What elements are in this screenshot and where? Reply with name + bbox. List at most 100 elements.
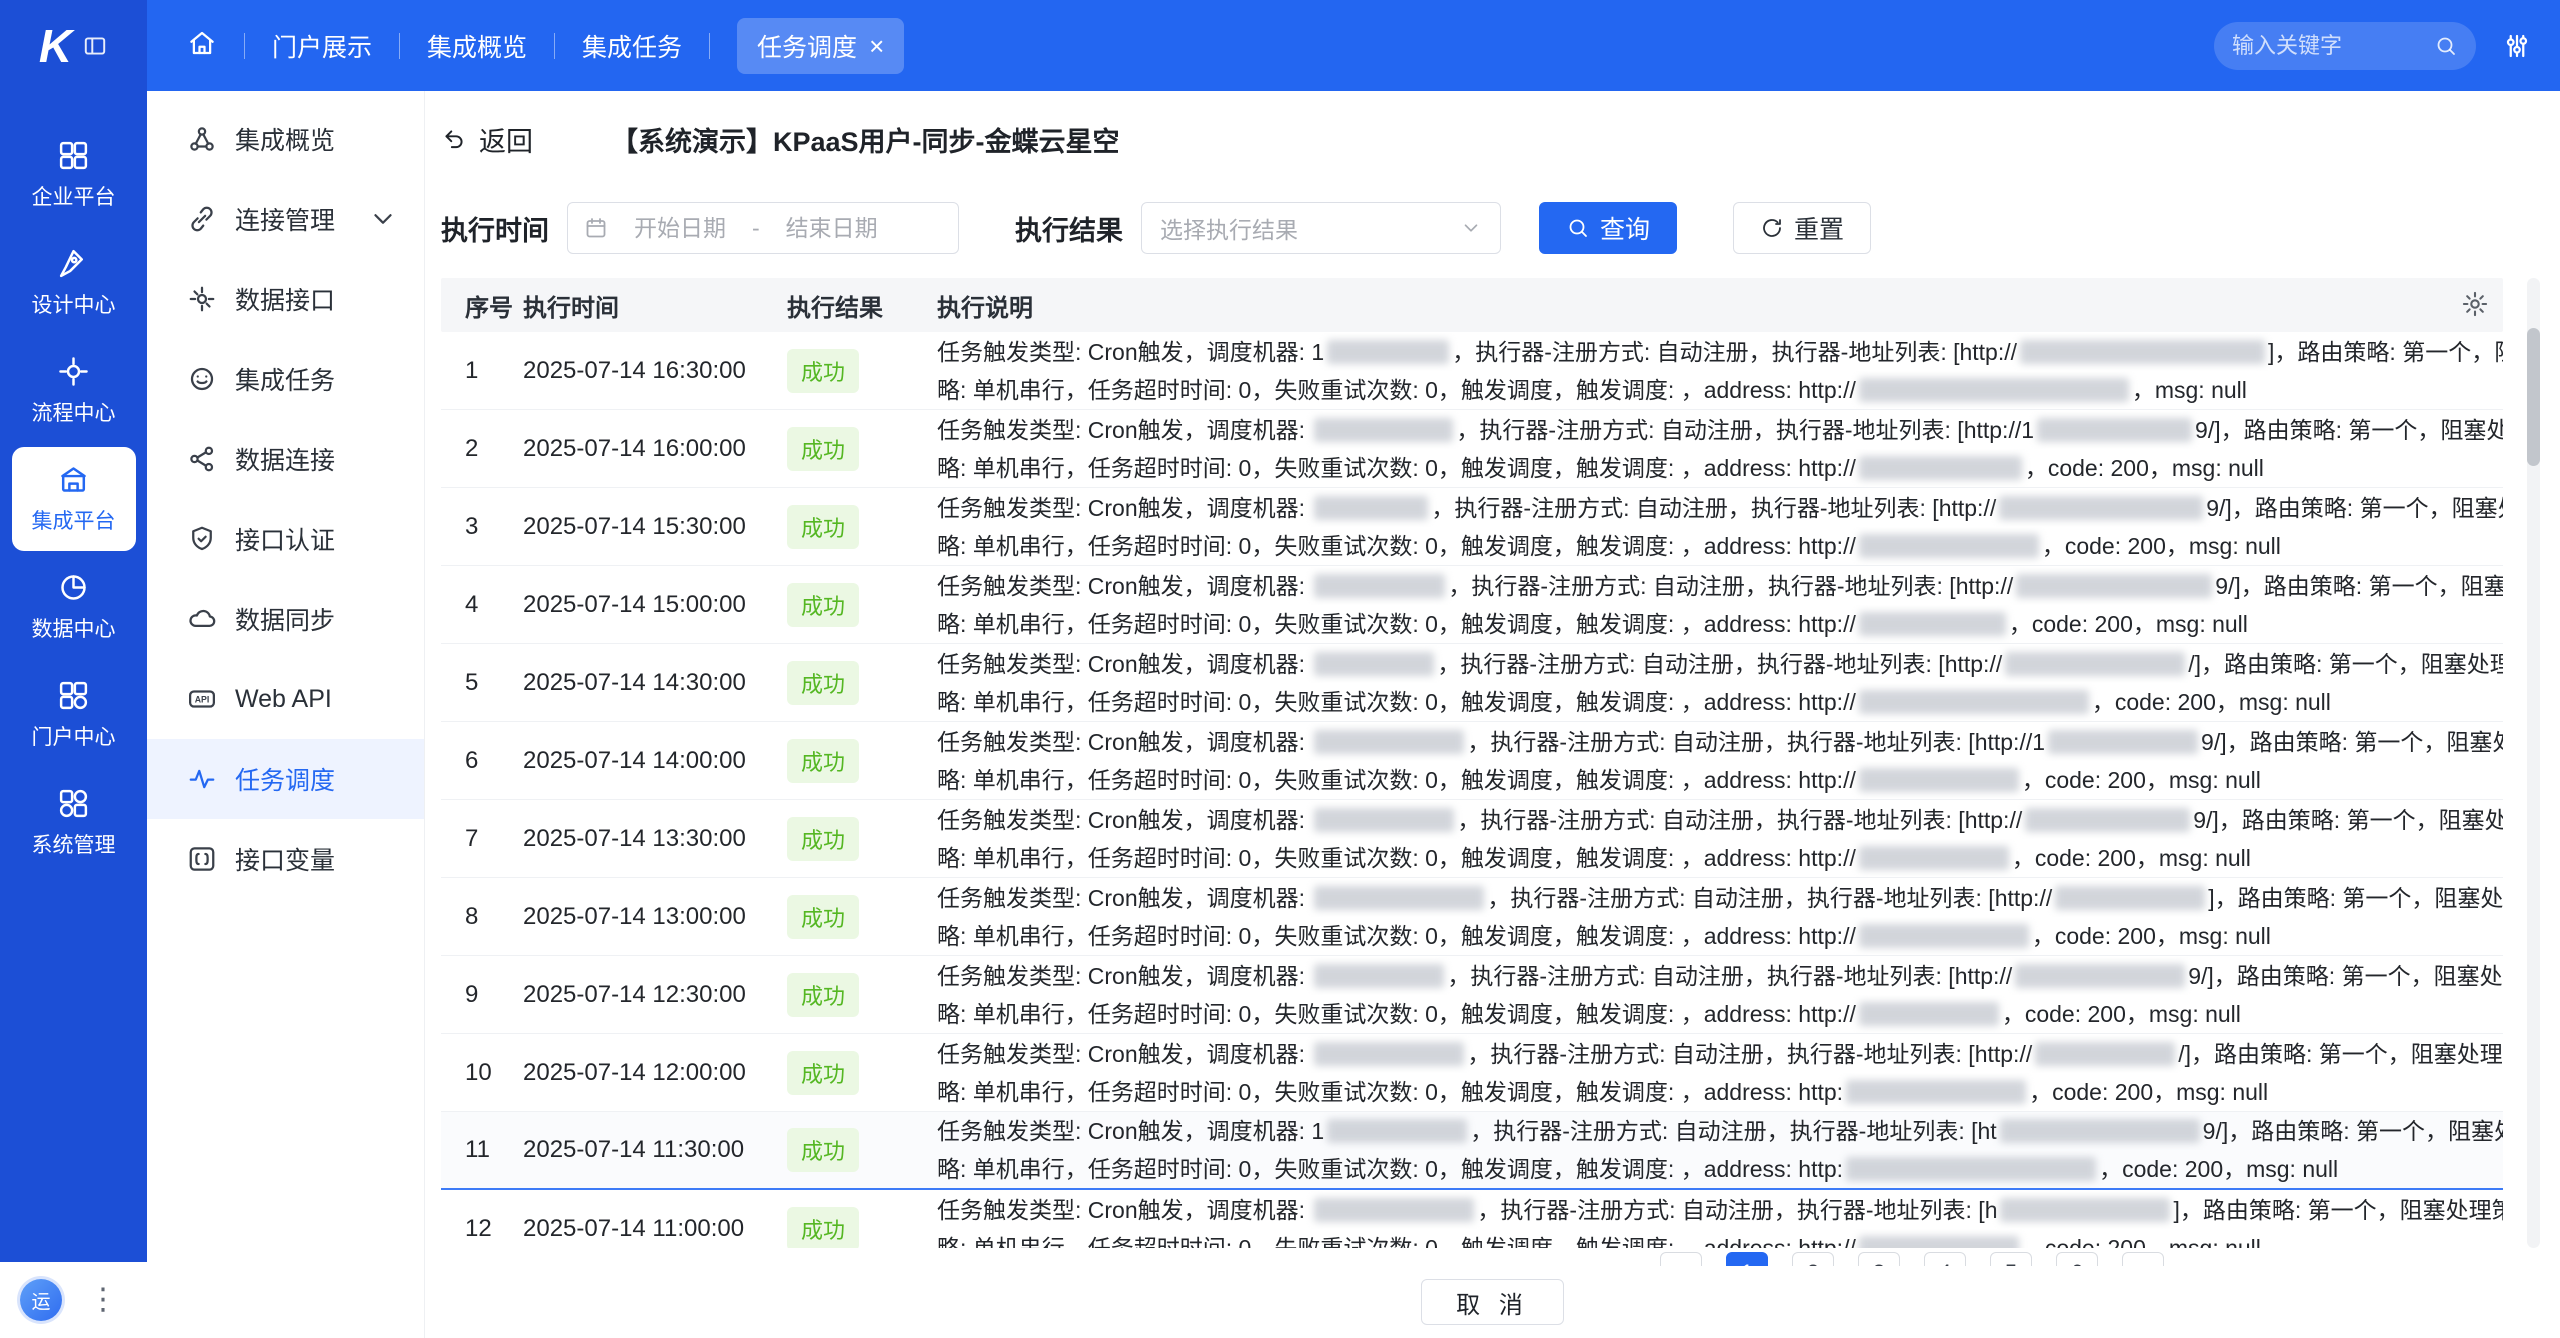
scrollbar-track[interactable] [2527,278,2540,1248]
back-button[interactable]: 返回 [441,120,533,159]
panel-collapse-icon[interactable] [82,33,108,59]
nav-separator [554,33,555,59]
sidebar-item-4[interactable]: 数据连接 [147,419,424,499]
rail-item-0[interactable]: 企业平台 [12,123,136,227]
refresh-icon [1760,216,1784,240]
redacted-text [1327,1119,1467,1143]
chevron-down-icon [1460,217,1482,239]
rail-item-2[interactable]: 流程中心 [12,339,136,443]
status-badge: 成功 [787,895,859,939]
rail-item-5[interactable]: 门户中心 [12,663,136,767]
results-table: 序号 执行时间 执行结果 执行说明 1 2025-07-14 16:30:00 … [441,278,2503,1248]
brand-logo: K [39,19,70,73]
query-button[interactable]: 查询 [1539,202,1677,254]
cell-index: 8 [441,903,523,931]
sidebar-item-2[interactable]: 数据接口 [147,259,424,339]
search-input[interactable] [2232,33,2424,59]
table-row[interactable]: 7 2025-07-14 13:30:00 成功 任务触发类型: Cron触发，… [441,800,2503,878]
end-date-input[interactable] [768,215,896,242]
redacted-text [1999,496,2203,520]
table-row[interactable]: 12 2025-07-14 11:00:00 成功 任务触发类型: Cron触发… [441,1190,2503,1248]
start-date-input[interactable] [616,215,744,242]
sidebar-item-label: Web API [235,685,332,714]
sidebar-item-label: 连接管理 [235,201,335,237]
cancel-button[interactable]: 取 消 [1421,1279,1564,1325]
sidebar-item-3[interactable]: 集成任务 [147,339,424,419]
table-row[interactable]: 3 2025-07-14 15:30:00 成功 任务触发类型: Cron触发，… [441,488,2503,566]
redacted-text [2020,340,2265,364]
topbar-nav: 门户展示 集成概览 集成任务 任务调度 × [187,18,904,74]
result-select[interactable]: 选择执行结果 [1141,202,1501,254]
redacted-text [1859,924,2029,948]
redacted-text [1314,964,1444,988]
rail-item-4[interactable]: 数据中心 [12,555,136,659]
table-row[interactable]: 9 2025-07-14 12:30:00 成功 任务触发类型: Cron触发，… [441,956,2503,1034]
sidebar-item-label: 数据同步 [235,601,335,637]
table-row[interactable]: 1 2025-07-14 16:30:00 成功 任务触发类型: Cron触发，… [441,332,2503,410]
avatar[interactable]: 运 [20,1279,62,1321]
home-icon [187,28,217,58]
scrollbar-thumb[interactable] [2527,328,2540,466]
nav-item[interactable]: 集成概览 [427,28,527,64]
settings-gear-icon[interactable] [2461,290,2489,318]
redacted-text [1859,1002,1999,1026]
rail-item-3[interactable]: 集成平台 [12,447,136,551]
nav-item[interactable]: 集成任务 [582,28,682,64]
redacted-text [1314,496,1428,520]
redacted-text [2037,418,2192,442]
time-filter-label: 执行时间 [441,209,549,248]
table-row[interactable]: 8 2025-07-14 13:00:00 成功 任务触发类型: Cron触发，… [441,878,2503,956]
status-badge: 成功 [787,583,859,627]
table-row[interactable]: 4 2025-07-14 15:00:00 成功 任务触发类型: Cron触发，… [441,566,2503,644]
date-range-picker[interactable]: - [567,202,959,254]
table-row[interactable]: 6 2025-07-14 14:00:00 成功 任务触发类型: Cron触发，… [441,722,2503,800]
sidebar-item-0[interactable]: 集成概览 [147,99,424,179]
status-badge: 成功 [787,1207,859,1249]
redacted-text [1859,768,2019,792]
svg-text:API: API [195,695,210,705]
active-tab[interactable]: 任务调度 × [737,18,904,74]
redacted-text [1859,1236,2019,1249]
cell-index: 5 [441,669,523,697]
pen-icon [57,247,90,280]
table-row[interactable]: 11 2025-07-14 11:30:00 成功 任务触发类型: Cron触发… [441,1112,2503,1190]
redacted-text [2000,1198,2170,1222]
kebab-menu-icon[interactable]: ⋮ [88,1285,118,1315]
cell-time: 2025-07-14 15:30:00 [523,513,787,541]
primary-rail: K 企业平台 设计中心 流程中心 集成平台 数据中心 门户中心 系统管理 运 ⋮ [0,0,147,1338]
nav-separator [709,33,710,59]
reset-button[interactable]: 重置 [1733,202,1871,254]
sidebar-item-1[interactable]: 连接管理 [147,179,424,259]
redacted-text [1846,1080,2026,1104]
redacted-text [1846,1157,2096,1181]
share-icon [187,444,217,474]
close-tab-icon[interactable]: × [869,33,884,59]
sidebar-item-6[interactable]: 数据同步 [147,579,424,659]
rail-items: 企业平台 设计中心 流程中心 集成平台 数据中心 门户中心 系统管理 [0,91,147,1262]
redacted-text [1859,690,2089,714]
table-header: 序号 执行时间 执行结果 执行说明 [441,278,2503,332]
rail-item-label: 企业平台 [32,181,116,211]
footer-bar: 取 消 [425,1266,2560,1338]
search-icon [1566,216,1590,240]
redacted-text [1859,534,2039,558]
sidebar-item-5[interactable]: 接口认证 [147,499,424,579]
webapi-icon: API [187,684,217,714]
rail-item-1[interactable]: 设计中心 [12,231,136,335]
sidebar-item-7[interactable]: API Web API [147,659,424,739]
sidebar-item-9[interactable]: 接口变量 [147,819,424,899]
home-button[interactable] [187,28,217,63]
filter-bar: 执行时间 - 执行结果 选择执行结果 查询 [425,202,2560,254]
nav-item[interactable]: 门户展示 [272,28,372,64]
search-icon[interactable] [2434,34,2458,58]
cell-time: 2025-07-14 15:00:00 [523,591,787,619]
hub-icon [187,124,217,154]
filter-sliders-icon[interactable] [2502,31,2532,61]
topbar-search[interactable] [2214,22,2476,70]
calendar-icon [584,216,608,240]
table-row[interactable]: 10 2025-07-14 12:00:00 成功 任务触发类型: Cron触发… [441,1034,2503,1112]
sidebar-item-8[interactable]: 任务调度 [147,739,424,819]
table-row[interactable]: 5 2025-07-14 14:30:00 成功 任务触发类型: Cron触发，… [441,644,2503,722]
rail-item-6[interactable]: 系统管理 [12,771,136,875]
table-row[interactable]: 2 2025-07-14 16:00:00 成功 任务触发类型: Cron触发，… [441,410,2503,488]
